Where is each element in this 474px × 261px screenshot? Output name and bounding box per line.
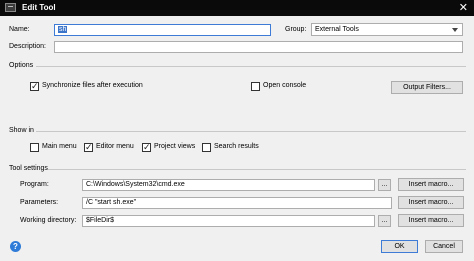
- editor-menu-label: Editor menu: [96, 143, 134, 150]
- working-dir-value: $FileDir$: [86, 217, 115, 224]
- project-views-checkbox[interactable]: [142, 141, 151, 153]
- name-value: sh: [58, 26, 68, 33]
- cancel-button[interactable]: Cancel: [425, 240, 463, 253]
- show-in-divider: [36, 131, 466, 132]
- tool-settings-section-label: Tool settings: [9, 165, 48, 172]
- name-label: Name:: [9, 26, 30, 33]
- program-browse-button[interactable]: ...: [378, 179, 391, 191]
- parameters-input[interactable]: /C "start sh.exe": [82, 197, 392, 209]
- main-menu-checkbox[interactable]: [30, 143, 39, 152]
- chevron-down-icon: [452, 28, 458, 32]
- parameters-label: Parameters:: [20, 199, 59, 206]
- ok-button[interactable]: OK: [381, 240, 418, 253]
- parameters-value: /C "start sh.exe": [86, 199, 137, 206]
- options-divider: [36, 66, 466, 67]
- options-section-label: Options: [9, 62, 34, 69]
- open-console-label: Open console: [263, 82, 307, 89]
- group-label: Group:: [285, 26, 307, 33]
- tool-settings-divider: [48, 169, 466, 170]
- group-select[interactable]: External Tools: [311, 23, 463, 36]
- program-value: C:\Windows\System32\cmd.exe: [86, 181, 185, 188]
- project-views-label: Project views: [154, 143, 196, 150]
- working-dir-insert-macro-button[interactable]: Insert macro...: [398, 214, 464, 227]
- description-label: Description:: [9, 43, 46, 50]
- output-filters-button[interactable]: Output Filters...: [391, 81, 463, 94]
- close-icon[interactable]: ✕: [459, 1, 468, 14]
- sync-files-checkbox[interactable]: [30, 80, 39, 92]
- program-insert-macro-button[interactable]: Insert macro...: [398, 178, 464, 191]
- app-icon: [5, 3, 16, 12]
- help-icon[interactable]: ?: [10, 241, 21, 252]
- working-dir-label: Working directory:: [20, 217, 77, 224]
- group-value: External Tools: [315, 26, 359, 33]
- sync-files-label: Synchronize files after execution: [42, 82, 143, 89]
- show-in-section-label: Show in: [9, 127, 34, 134]
- window-title: Edit Tool: [22, 3, 56, 12]
- title-bar: Edit Tool ✕: [0, 0, 474, 16]
- editor-menu-checkbox[interactable]: [84, 141, 93, 153]
- program-input[interactable]: C:\Windows\System32\cmd.exe: [82, 179, 375, 191]
- search-results-label: Search results: [214, 143, 259, 150]
- open-console-checkbox[interactable]: [251, 82, 260, 91]
- main-menu-label: Main menu: [42, 143, 77, 150]
- name-input[interactable]: sh: [54, 24, 271, 36]
- working-dir-input[interactable]: $FileDir$: [82, 215, 375, 227]
- description-input[interactable]: [54, 41, 463, 53]
- search-results-checkbox[interactable]: [202, 143, 211, 152]
- parameters-insert-macro-button[interactable]: Insert macro...: [398, 196, 464, 209]
- program-label: Program:: [20, 181, 49, 188]
- working-dir-browse-button[interactable]: ...: [378, 215, 391, 227]
